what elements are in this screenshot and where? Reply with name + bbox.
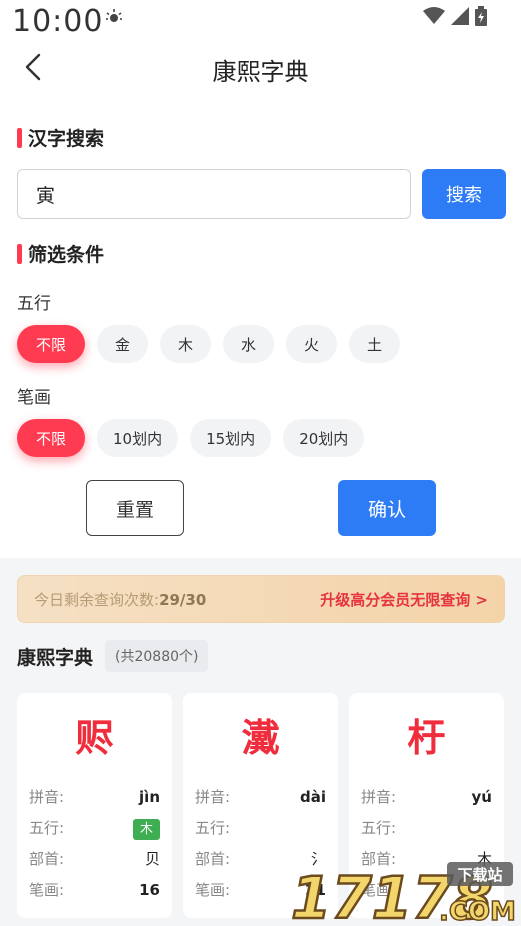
battery-icon	[475, 6, 487, 26]
quota-text: 今日剩余查询次数:29/30	[34, 589, 206, 610]
reset-button[interactable]: 重置	[86, 480, 184, 536]
card-row-pinyin: 拼音: yú	[361, 781, 492, 812]
status-time: 10:00	[12, 4, 104, 39]
search-section-title: 汉字搜索	[28, 128, 105, 150]
status-bar: 10:00	[0, 0, 521, 44]
card-row-strokes: 笔画: 16	[29, 874, 160, 905]
wuxing-chip-wood[interactable]: 木	[160, 325, 211, 363]
list-title: 康熙字典	[17, 646, 94, 669]
card-key: 五行:	[361, 819, 397, 837]
signal-icon	[451, 7, 469, 25]
filter-panel: 汉字搜索 搜索 筛选条件 五行 不限 金 木 水 火 土 笔画 不限 10划内 …	[0, 90, 521, 558]
wuxing-chip-row: 不限 金 木 水 火 土	[17, 325, 400, 363]
character-card[interactable]: 赆 拼音: jìn 五行: 木 部首: 贝 笔画: 16	[17, 693, 172, 918]
wuxing-chip-water[interactable]: 水	[223, 325, 274, 363]
quota-label: 今日剩余查询次数:	[34, 590, 160, 609]
filter-section-title: 筛选条件	[28, 244, 105, 266]
wifi-icon	[423, 7, 445, 24]
list-count-badge: (共20880个)	[105, 640, 209, 672]
card-row-wuxing: 五行: 木	[29, 812, 160, 843]
quota-banner: 今日剩余查询次数:29/30 升级高分会员无限查询 >	[17, 575, 505, 623]
filter-section-header: 筛选条件	[17, 240, 104, 267]
card-key: 笔画:	[195, 881, 231, 899]
wuxing-chip-earth[interactable]: 土	[349, 325, 400, 363]
card-key: 笔画:	[29, 881, 65, 899]
strokes-chip-20[interactable]: 20划内	[283, 419, 365, 457]
strokes-chip-row: 不限 10划内 15划内 20划内	[17, 419, 365, 457]
card-key: 五行:	[29, 819, 65, 837]
top-nav-bar: 康熙字典	[0, 44, 521, 90]
status-icons	[423, 6, 487, 26]
section-accent-bar	[17, 127, 22, 148]
card-row-wuxing: 五行:	[361, 812, 492, 843]
list-header: 康熙字典 (共20880个)	[17, 640, 209, 672]
watermark-domain: .COM	[439, 897, 516, 924]
search-input[interactable]	[17, 169, 411, 219]
brightness-icon	[106, 9, 122, 22]
wuxing-chip-fire[interactable]: 火	[286, 325, 337, 363]
card-pinyin: yú	[471, 787, 492, 806]
card-character: 赆	[75, 715, 114, 760]
confirm-button[interactable]: 确认	[338, 480, 436, 536]
wuxing-chip-any[interactable]: 不限	[17, 325, 85, 363]
section-accent-bar	[17, 243, 22, 264]
card-character: 瀻	[241, 715, 280, 760]
wuxing-label: 五行	[17, 294, 51, 314]
wuxing-chip-metal[interactable]: 金	[97, 325, 148, 363]
strokes-label: 笔画	[17, 388, 51, 408]
strokes-chip-10[interactable]: 10划内	[97, 419, 179, 457]
card-radical: 贝	[144, 850, 160, 868]
card-key: 部首:	[195, 850, 231, 868]
page-title: 康熙字典	[212, 58, 309, 86]
card-row-pinyin: 拼音: jìn	[29, 781, 160, 812]
card-key: 拼音:	[29, 788, 65, 806]
card-character: 杅	[407, 715, 446, 760]
card-row-wuxing: 五行:	[195, 812, 326, 843]
card-strokes: 16	[139, 880, 160, 899]
upgrade-membership-link[interactable]: 升级高分会员无限查询 >	[320, 589, 488, 610]
watermark-tag: 下载站	[457, 866, 502, 884]
search-section-header: 汉字搜索	[17, 124, 104, 151]
card-row-pinyin: 拼音: dài	[195, 781, 326, 812]
card-pinyin: jìn	[139, 787, 160, 806]
card-row-radical: 部首: 贝	[29, 843, 160, 874]
strokes-chip-any[interactable]: 不限	[17, 419, 85, 457]
card-key: 拼音:	[195, 788, 231, 806]
site-watermark: 17178 下载站 .COM	[290, 862, 517, 924]
card-key: 拼音:	[361, 788, 397, 806]
strokes-chip-15[interactable]: 15划内	[190, 419, 272, 457]
card-pinyin: dài	[299, 787, 326, 806]
quota-count: 29/30	[159, 590, 207, 609]
card-key: 部首:	[29, 850, 65, 868]
wuxing-badge: 木	[132, 819, 160, 840]
search-button[interactable]: 搜索	[422, 169, 506, 219]
card-key: 五行:	[195, 819, 231, 837]
